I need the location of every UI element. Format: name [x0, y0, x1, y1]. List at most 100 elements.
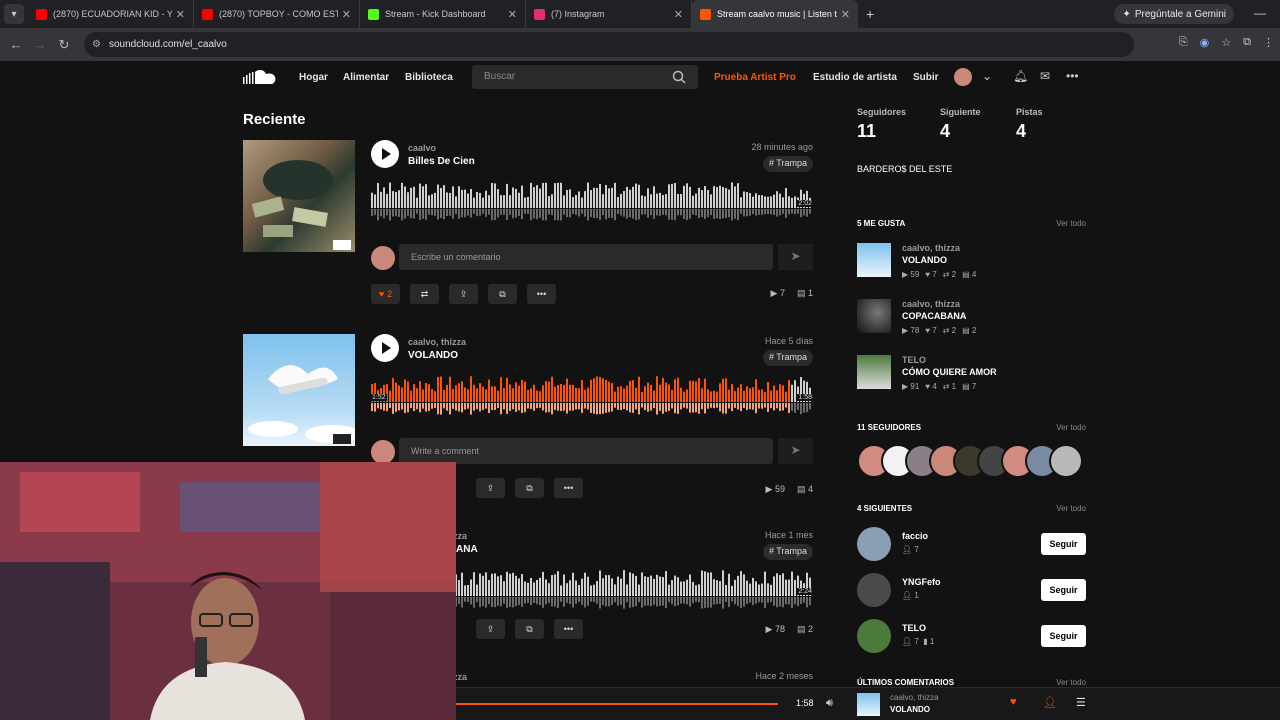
copy-link-button[interactable]: ⧉ [488, 284, 517, 304]
url-bar[interactable]: ⚙ soundcloud.com/el_caalvo [84, 32, 1134, 57]
following-avatar[interactable] [857, 619, 891, 653]
liked-title[interactable]: CÓMO QUIERE AMOR [902, 367, 997, 377]
comment-input[interactable]: Escribe un comentario [399, 244, 773, 270]
forward-icon[interactable]: → [28, 37, 52, 52]
copy-link-button[interactable]: ⧉ [515, 619, 544, 639]
liked-track[interactable]: caalvo, thizza COPACABANA ▶ 78 ♥ 7 ⇄ 2 ▤ 2 [857, 299, 1086, 343]
extension-icon[interactable]: ◉ [1200, 36, 1210, 49]
liked-title[interactable]: VOLANDO [902, 255, 947, 265]
genre-tag[interactable]: # Trampa [762, 350, 813, 366]
tracks-stat[interactable]: Pistas 4 [1016, 107, 1043, 142]
player-title[interactable]: VOLANDO [890, 705, 930, 714]
see-all-link[interactable]: Ver todo [1056, 219, 1086, 228]
browser-tab[interactable]: (7) Instagram ✕ [526, 0, 692, 28]
bookmark-star-icon[interactable]: ☆ [1221, 36, 1231, 49]
waveform[interactable] [371, 372, 813, 422]
upload-link[interactable]: Subir [913, 72, 939, 83]
minimize-icon[interactable]: — [1254, 6, 1266, 20]
close-tab-icon[interactable]: ✕ [176, 8, 185, 21]
followers-stat[interactable]: Seguidores 11 [857, 107, 906, 142]
comment-input[interactable]: Write a comment [399, 438, 773, 464]
translate-icon[interactable]: ⎘ [1179, 36, 1188, 49]
share-button[interactable]: ⇪ [449, 284, 478, 304]
nav-library[interactable]: Biblioteca [405, 72, 453, 83]
gemini-button[interactable]: ✦ Pregúntale a Gemini [1114, 4, 1234, 24]
following-avatar[interactable] [857, 573, 891, 607]
liked-track[interactable]: caalvo, thizza VOLANDO ▶ 59 ♥ 7 ⇄ 2 ▤ 4 [857, 243, 1086, 287]
player-artwork[interactable] [857, 693, 880, 716]
close-tab-icon[interactable]: ✕ [342, 8, 351, 21]
browser-tab[interactable]: (2870) ECUADORIAN KID - YouT ✕ [28, 0, 194, 28]
repost-button[interactable]: ⇄ [410, 284, 439, 304]
play-button[interactable] [371, 334, 399, 362]
more-button[interactable]: ••• [527, 284, 556, 304]
follow-button[interactable]: Seguir [1041, 533, 1086, 555]
tab-search-button[interactable]: ▾ [4, 4, 24, 24]
track-title[interactable]: Billes De Cien [408, 156, 475, 167]
following-name[interactable]: YNGFefo [902, 577, 941, 587]
following-name[interactable]: TELO [902, 623, 926, 633]
liked-track[interactable]: TELO CÓMO QUIERE AMOR ▶ 91 ♥ 4 ⇄ 1 ▤ 7 [857, 355, 1086, 399]
following-avatar[interactable] [857, 527, 891, 561]
track-artist[interactable]: caalvo, thizza [408, 337, 466, 347]
liked-artist[interactable]: TELO [902, 355, 926, 365]
volume-icon[interactable]: 🔊︎ [826, 697, 833, 710]
player-artist[interactable]: caalvo, thizza [890, 693, 938, 702]
search-input[interactable]: Buscar [472, 65, 698, 89]
see-all-link[interactable]: Ver todo [1056, 678, 1086, 687]
close-tab-icon[interactable]: ✕ [674, 8, 683, 21]
liked-title[interactable]: COPACABANA [902, 311, 966, 321]
menu-icon[interactable]: ⋮ [1263, 36, 1274, 49]
send-comment-icon[interactable]: ➤ [778, 438, 813, 464]
see-all-link[interactable]: Ver todo [1056, 423, 1086, 432]
browser-tab-active[interactable]: Stream caalvo music | Listen to ✕ [692, 0, 858, 28]
reload-icon[interactable]: ↻ [52, 37, 76, 53]
waveform[interactable] [371, 178, 813, 228]
copy-link-button[interactable]: ⧉ [515, 478, 544, 498]
like-heart-icon[interactable]: ♥ [1010, 696, 1017, 708]
follow-user-icon[interactable]: 👤︎ [1043, 696, 1057, 709]
like-button[interactable]: ♥ 2 [371, 284, 400, 304]
following-stat[interactable]: Siguiente 4 [940, 107, 981, 142]
see-all-link[interactable]: Ver todo [1056, 504, 1086, 513]
send-comment-icon[interactable]: ➤ [778, 244, 813, 270]
browser-tab[interactable]: Stream - Kick Dashboard ✕ [360, 0, 526, 28]
follow-button[interactable]: Seguir [1041, 579, 1086, 601]
artist-pro-link[interactable]: Prueba Artist Pro [714, 72, 796, 83]
browser-tab[interactable]: (2870) TOPBOY - COMO ESTAS ✕ [194, 0, 360, 28]
close-tab-icon[interactable]: ✕ [508, 8, 517, 21]
play-button[interactable] [371, 140, 399, 168]
following-name[interactable]: faccio [902, 531, 928, 541]
messages-mail-icon[interactable]: ✉ [1040, 69, 1050, 83]
liked-artist[interactable]: caalvo, thizza [902, 243, 960, 253]
nav-feed[interactable]: Alimentar [343, 72, 389, 83]
track-artwork[interactable] [243, 140, 355, 252]
close-tab-icon[interactable]: ✕ [841, 8, 850, 21]
track-artist[interactable]: caalvo [408, 143, 436, 153]
search-icon[interactable] [672, 70, 686, 84]
track-title[interactable]: VOLANDO [408, 350, 458, 361]
new-tab-icon[interactable]: + [866, 6, 874, 22]
back-icon[interactable]: ← [4, 37, 28, 52]
more-button[interactable]: ••• [554, 619, 583, 639]
playback-progress[interactable] [456, 703, 778, 705]
follow-button[interactable]: Seguir [1041, 625, 1086, 647]
track-artwork[interactable] [243, 334, 355, 446]
soundcloud-logo-icon[interactable] [243, 69, 277, 85]
extensions-puzzle-icon[interactable]: ⧉ [1243, 36, 1251, 49]
chevron-down-icon[interactable]: ⌄ [982, 69, 992, 83]
more-button[interactable]: ••• [554, 478, 583, 498]
notifications-bell-icon[interactable]: 🔔︎ [1013, 69, 1028, 83]
site-info-icon[interactable]: ⚙ [92, 39, 101, 50]
share-button[interactable]: ⇪ [476, 619, 505, 639]
track-title[interactable]: ANA [456, 544, 478, 555]
follower-avatar[interactable] [1049, 444, 1083, 478]
user-avatar[interactable] [954, 68, 972, 86]
queue-icon[interactable]: ☰ [1076, 696, 1086, 709]
genre-tag[interactable]: # Trampa [762, 544, 813, 560]
share-button[interactable]: ⇪ [476, 478, 505, 498]
genre-tag[interactable]: # Trampa [762, 156, 813, 172]
artist-studio-link[interactable]: Estudio de artista [813, 72, 897, 83]
nav-home[interactable]: Hogar [299, 72, 328, 83]
liked-artist[interactable]: caalvo, thizza [902, 299, 960, 309]
